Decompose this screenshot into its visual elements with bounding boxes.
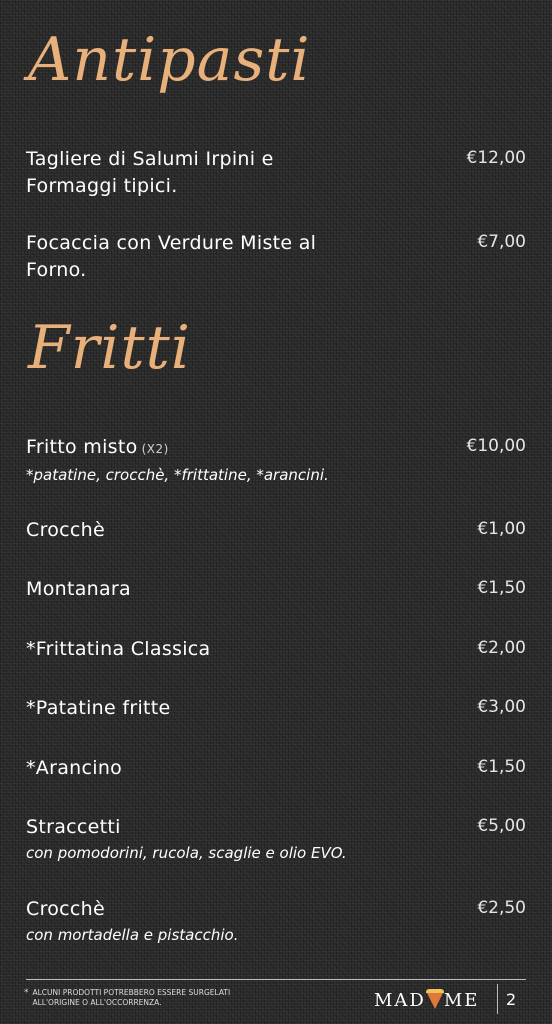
menu-item: Fritto misto (X2) *patatine, crocchè, *fr… [26,434,526,485]
menu-item: *Arancino €1,50 [26,755,526,782]
item-name: *Arancino [26,757,123,779]
item-name: *Frittatina Classica [26,638,211,660]
item-name-text: Fritto misto [26,436,138,458]
footer-note-text: ALCUNI PRODOTTI POTREBBERO ESSERE SURGEL… [32,988,231,1007]
brand-text-left: MAD [374,990,426,1011]
item-quantity: (X2) [141,442,169,456]
footer-divider [26,979,526,980]
section-title-fritti: Fritti [28,313,191,383]
menu-item: Montanara €1,50 [26,576,526,603]
menu-item: Straccetti con pomodorini, rucola, scagl… [26,814,526,863]
item-price: €2,50 [477,898,526,918]
item-price: €2,00 [477,638,526,658]
note-asterisk: * [24,988,29,998]
item-name: Crocchè [26,898,106,920]
item-name: Montanara [26,578,131,600]
brand-text-right: ME [443,990,480,1011]
page-number: 2 [506,990,517,1009]
item-price: €1,00 [477,519,526,539]
item-price: €1,50 [477,578,526,598]
item-name: Focaccia con Verdure Miste al Forno. [26,232,317,281]
pizza-slice-icon [425,989,444,1009]
menu-item: *Frittatina Classica €2,00 [26,636,526,663]
item-price: €1,50 [477,757,526,777]
item-name: Crocchè [26,519,106,541]
menu-item: Crocchè €1,00 [26,517,526,544]
item-name: *Patatine fritte [26,697,171,719]
item-price: €7,00 [477,232,526,252]
menu-item: Focaccia con Verdure Miste al Forno. €7,… [26,230,526,284]
item-description: con pomodorini, rucola, scaglie e olio E… [26,844,347,862]
item-name: Straccetti [26,816,121,838]
menu-item: Tagliere di Salumi Irpini e Formaggi tip… [26,146,526,200]
item-price: €12,00 [466,148,526,168]
menu-item: *Patatine fritte €3,00 [26,695,526,722]
item-price: €3,00 [477,697,526,717]
item-name: Fritto misto (X2) [26,434,366,463]
item-name: Tagliere di Salumi Irpini e Formaggi tip… [26,148,274,197]
item-description: *patatine, crocchè, *frittatine, *aranci… [26,466,329,484]
item-price: €5,00 [477,816,526,836]
footer-note: * ALCUNI PRODOTTI POTREBBERO ESSERE SURG… [24,988,254,1008]
brand-logo: MAD ME [374,989,480,1011]
item-price: €10,00 [466,436,526,456]
section-title-antipasti: Antipasti [28,25,311,95]
page-number-divider [497,984,498,1014]
item-description: con mortadella e pistacchio. [26,926,239,944]
menu-item: Crocchè con mortadella e pistacchio. €2,… [26,896,526,945]
